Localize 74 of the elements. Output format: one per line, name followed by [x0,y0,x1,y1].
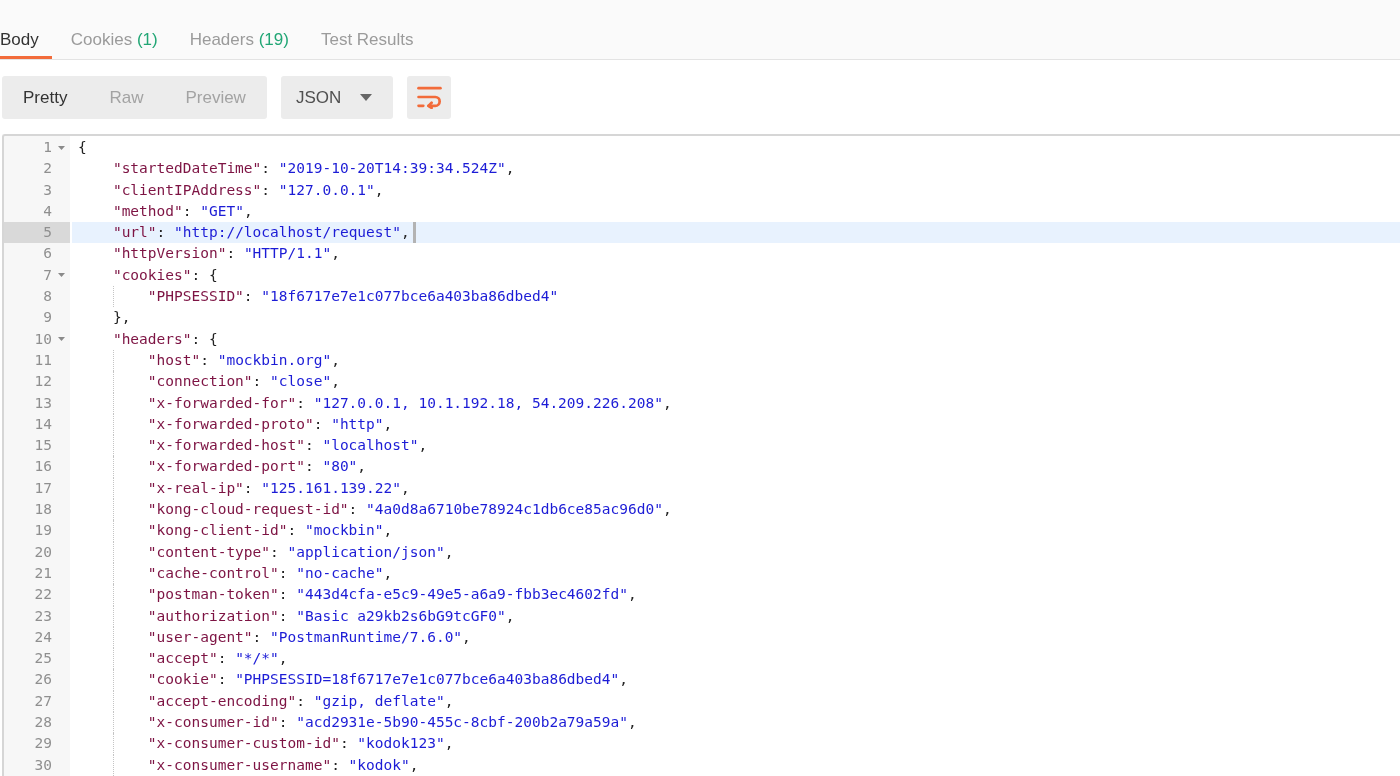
line-number: 4 [42,201,52,221]
code-line: "method": "GET", [112,201,253,221]
fold-caret-icon[interactable] [57,145,65,150]
code-line: "clientIPAddress": "127.0.0.1", [112,180,384,200]
code-line: "cache-control": "no-cache", [147,563,393,583]
line-number: 3 [42,180,52,200]
line-number: 18 [33,500,52,520]
line-number: 13 [33,393,52,413]
code-line: "cookie": "PHPSESSID=18f6717e7e1c077bce6a403ba86dbed4", [147,670,628,690]
code-line: "kong-client-id": "mockbin", [147,521,393,541]
line-number: 16 [33,457,52,477]
tab[interactable]: Body [0,0,52,59]
code-line: "accept": "*/*", [147,649,288,669]
caret-icon [360,94,373,101]
line-number: 17 [33,478,52,498]
fold-caret-icon[interactable] [57,337,65,342]
code-line: "content-type": "application/json", [147,542,454,562]
tab[interactable]: Test Results [307,0,427,59]
view-mode-option[interactable]: Raw [88,76,165,119]
wrap-text-icon [416,86,442,109]
code-line: "x-real-ip": "125.161.139.22", [147,478,410,498]
line-number: 24 [33,627,52,647]
line-number: 8 [42,287,52,307]
code-line: "x-consumer-username": "kodok", [147,755,419,775]
line-number: 12 [33,372,52,392]
line-number: 21 [33,563,52,583]
text-cursor [412,222,416,244]
line-number: 6 [42,244,52,264]
line-number: 26 [33,670,52,690]
code-line: "PHPSESSID": "18f6717e7e1c077bce6a403ba86dbed4" [147,287,559,307]
code-line: "user-agent": "PostmanRuntime/7.6.0", [147,627,471,647]
line-number: 1 [42,138,52,157]
code-line: "postman-token": "443d4cfa-e5c9-49e5-a6a9-fbb3ec4602fd", [147,585,637,605]
code-line: "x-forwarded-host": "localhost", [147,436,428,456]
code-line: "headers": { [112,329,218,349]
code-line: "kong-cloud-request-id": "4a0d8a6710be78924c1db6ce85ac96d0", [147,500,672,520]
line-number: 11 [33,350,52,370]
wrap-lines-button[interactable] [407,76,452,119]
code-line: "x-forwarded-proto": "http", [147,414,393,434]
code-line: "startedDateTime": "2019-10-20T14:39:34.524Z", [112,159,515,179]
line-number: 29 [33,734,52,754]
code-line: "authorization": "Basic a29kb2s6bG9tcGF0", [147,606,515,626]
line-number: 27 [33,691,52,711]
code-line: "cookies": { [112,265,218,285]
code-line: { [78,138,87,157]
line-number: 28 [33,713,52,732]
line-number: 30 [33,755,52,775]
line-number: 19 [33,521,52,541]
line-number: 22 [33,585,52,605]
view-mode-option[interactable]: Pretty [2,76,89,119]
line-number: 25 [33,649,52,669]
line-number: 20 [33,542,52,562]
tab[interactable]: Cookies (1) [57,0,171,59]
code-line: "x-forwarded-port": "80", [147,457,367,477]
code-line: "url": "http://localhost/request", [112,223,410,243]
line-number: 23 [33,606,52,626]
format-dropdown[interactable]: JSON [280,76,394,119]
code-line: "host": "mockbin.org", [147,350,340,370]
code-line: "httpVersion": "HTTP/1.1", [112,244,340,264]
code-line: "x-consumer-id": "acd2931e-5b90-455c-8cbf-200b2a79a59a", [147,713,637,732]
fold-caret-icon[interactable] [57,273,65,278]
view-mode-option[interactable]: Preview [164,76,267,119]
code-line: "x-forwarded-for": "127.0.0.1, 10.1.192.18, 54.209.226.208", [147,393,672,413]
line-number: 7 [42,265,52,285]
line-number: 2 [42,159,52,179]
code-line: "connection": "close", [147,372,340,392]
tab[interactable]: Headers (19) [176,0,302,59]
code-line: "x-consumer-custom-id": "kodok123", [147,734,454,754]
code-line: "accept-encoding": "gzip, deflate", [147,691,454,711]
line-number: 9 [42,308,52,328]
line-number: 14 [33,414,52,434]
code-line: }, [112,308,131,328]
line-number: 10 [33,329,52,349]
line-number: 15 [33,436,52,456]
